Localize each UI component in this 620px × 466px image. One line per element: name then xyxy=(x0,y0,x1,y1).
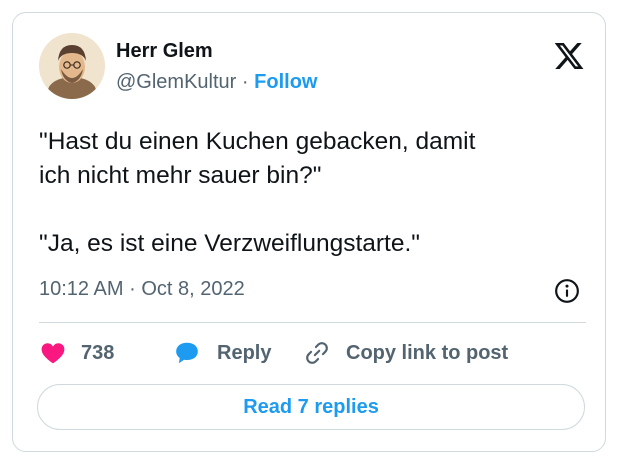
tweet-line: "Hast du einen Kuchen gebacken, damit xyxy=(39,128,476,155)
link-icon xyxy=(306,342,328,364)
tweet-text: "Hast du einen Kuchen gebacken, damit ic… xyxy=(39,125,584,261)
copy-link-button[interactable]: Copy link to post xyxy=(304,338,508,368)
read-replies-label: Read 7 replies xyxy=(243,395,379,418)
tweet-line: "Ja, es ist eine Verzweiflungstarte." xyxy=(39,230,420,257)
author-handle[interactable]: @GlemKultur xyxy=(116,71,236,93)
speech-bubble-icon xyxy=(176,342,198,364)
reply-label: Reply xyxy=(217,341,272,364)
handle-separator: · xyxy=(241,71,249,93)
tweet-time: 10:12 AM xyxy=(39,278,124,300)
tweet-line: ich nicht mehr sauer bin?" xyxy=(39,162,322,189)
x-logo-icon[interactable] xyxy=(552,40,586,72)
tweet-date: Oct 8, 2022 xyxy=(141,278,245,300)
info-icon[interactable] xyxy=(554,278,580,304)
like-button[interactable]: 738 xyxy=(39,338,114,368)
avatar-portrait-icon xyxy=(39,33,105,99)
divider xyxy=(39,322,586,323)
heart-icon xyxy=(41,343,65,364)
read-replies-button[interactable]: Read 7 replies xyxy=(37,384,585,430)
author-handle-row: @GlemKultur · Follow xyxy=(116,71,317,94)
tweet-paragraph-gap xyxy=(39,193,584,227)
copy-link-label: Copy link to post xyxy=(346,341,509,364)
reply-button[interactable]: Reply xyxy=(173,338,271,368)
action-bar: 738 Reply Copy link to post xyxy=(39,338,586,368)
follow-link[interactable]: Follow xyxy=(254,71,317,93)
embedded-tweet-card: Herr Glem @GlemKultur · Follow "Hast du … xyxy=(12,12,606,452)
timestamp-separator: · xyxy=(129,278,136,300)
author-name[interactable]: Herr Glem xyxy=(116,40,213,63)
tweet-timestamp[interactable]: 10:12 AM · Oct 8, 2022 xyxy=(39,278,245,301)
avatar[interactable] xyxy=(39,33,105,99)
like-count: 738 xyxy=(81,341,115,364)
